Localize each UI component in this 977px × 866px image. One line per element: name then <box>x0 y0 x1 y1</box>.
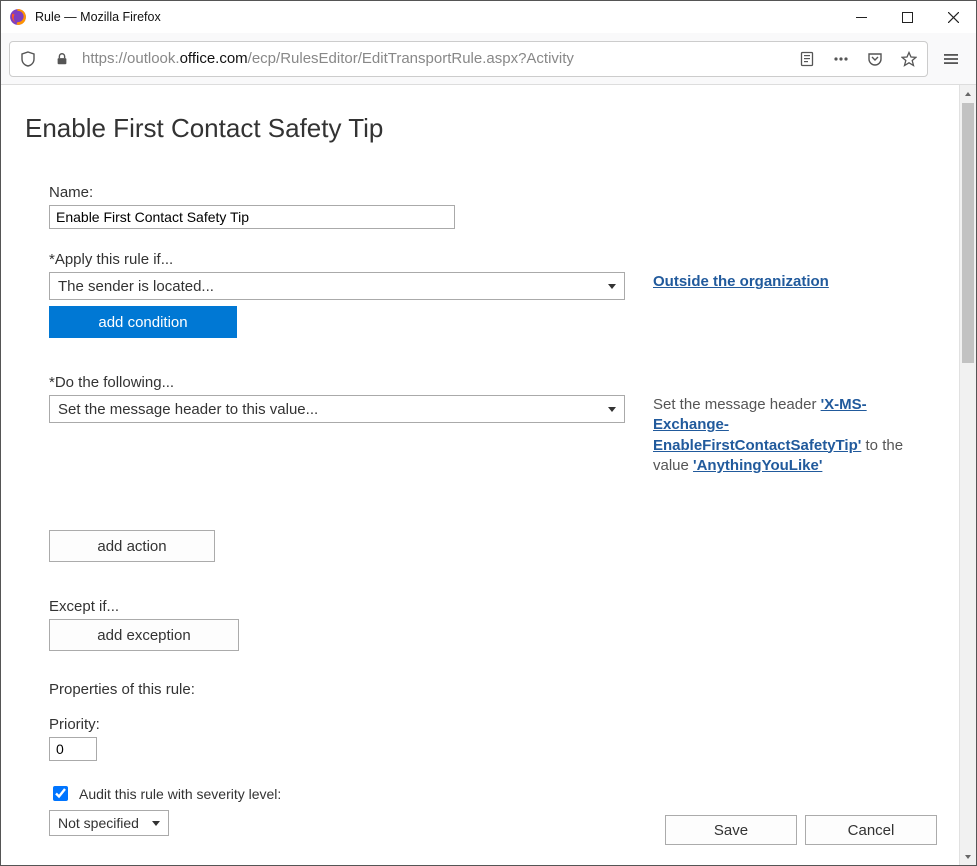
window-minimize-button[interactable] <box>838 1 884 33</box>
add-condition-label: add condition <box>98 314 187 331</box>
url-host: office.com <box>180 50 248 67</box>
window-close-button[interactable] <box>930 1 976 33</box>
apply-if-value: The sender is located... <box>58 278 214 295</box>
browser-toolbar: https://outlook.office.com/ecp/RulesEdit… <box>1 33 976 85</box>
save-label: Save <box>714 822 748 839</box>
add-action-label: add action <box>97 538 166 555</box>
tracking-protection-icon[interactable] <box>14 45 42 73</box>
page-actions-icon[interactable] <box>827 45 855 73</box>
scroll-down-arrow[interactable] <box>960 848 976 865</box>
do-following-detail: Set the message header 'X-MS-Exchange-En… <box>653 395 933 476</box>
header-value-link[interactable]: 'AnythingYouLike' <box>693 457 822 474</box>
chevron-down-icon <box>152 821 160 826</box>
apply-if-detail-link[interactable]: Outside the organization <box>653 273 829 290</box>
firefox-icon <box>9 8 27 26</box>
apply-if-label: *Apply this rule if... <box>49 251 935 268</box>
url-path: /ecp/RulesEditor/EditTransportRule.aspx?… <box>248 50 574 67</box>
url-sub: outlook. <box>127 50 180 67</box>
add-exception-label: add exception <box>97 627 190 644</box>
cancel-label: Cancel <box>848 822 895 839</box>
save-button[interactable]: Save <box>665 815 797 845</box>
window-maximize-button[interactable] <box>884 1 930 33</box>
name-label: Name: <box>49 184 935 201</box>
hamburger-menu-icon[interactable] <box>934 42 968 76</box>
audit-checkbox[interactable] <box>53 786 68 801</box>
window-titlebar: Rule — Mozilla Firefox <box>1 1 976 33</box>
add-condition-button[interactable]: add condition <box>49 306 237 338</box>
form-footer: Save Cancel <box>665 815 937 845</box>
priority-label: Priority: <box>49 716 935 733</box>
bookmark-star-icon[interactable] <box>895 45 923 73</box>
page-title: Enable First Contact Safety Tip <box>25 113 935 144</box>
pocket-icon[interactable] <box>861 45 889 73</box>
reader-mode-icon[interactable] <box>793 45 821 73</box>
vertical-scrollbar[interactable] <box>959 85 976 865</box>
scroll-up-arrow[interactable] <box>960 85 976 102</box>
audit-severity-dropdown[interactable]: Not specified <box>49 810 169 836</box>
properties-label: Properties of this rule: <box>49 681 935 698</box>
url-bar[interactable]: https://outlook.office.com/ecp/RulesEdit… <box>9 41 928 77</box>
add-exception-button[interactable]: add exception <box>49 619 239 651</box>
url-scheme: https:// <box>82 50 127 67</box>
audit-severity-value: Not specified <box>58 815 139 831</box>
chevron-down-icon <box>608 284 616 289</box>
cancel-button[interactable]: Cancel <box>805 815 937 845</box>
do-side-prefix: Set the message header <box>653 396 821 413</box>
rule-editor-form: Enable First Contact Safety Tip Name: *A… <box>1 85 959 865</box>
scrollbar-thumb[interactable] <box>962 103 974 363</box>
except-if-label: Except if... <box>49 598 935 615</box>
url-text[interactable]: https://outlook.office.com/ecp/RulesEdit… <box>82 50 787 67</box>
do-following-value: Set the message header to this value... <box>58 401 318 418</box>
window-title: Rule — Mozilla Firefox <box>35 10 161 24</box>
audit-label: Audit this rule with severity level: <box>79 786 281 802</box>
chevron-down-icon <box>608 407 616 412</box>
do-following-dropdown[interactable]: Set the message header to this value... <box>49 395 625 423</box>
add-action-button[interactable]: add action <box>49 530 215 562</box>
name-input[interactable] <box>49 205 455 229</box>
do-following-label: *Do the following... <box>49 374 935 391</box>
lock-icon[interactable] <box>48 45 76 73</box>
priority-input[interactable] <box>49 737 97 761</box>
apply-if-dropdown[interactable]: The sender is located... <box>49 272 625 300</box>
